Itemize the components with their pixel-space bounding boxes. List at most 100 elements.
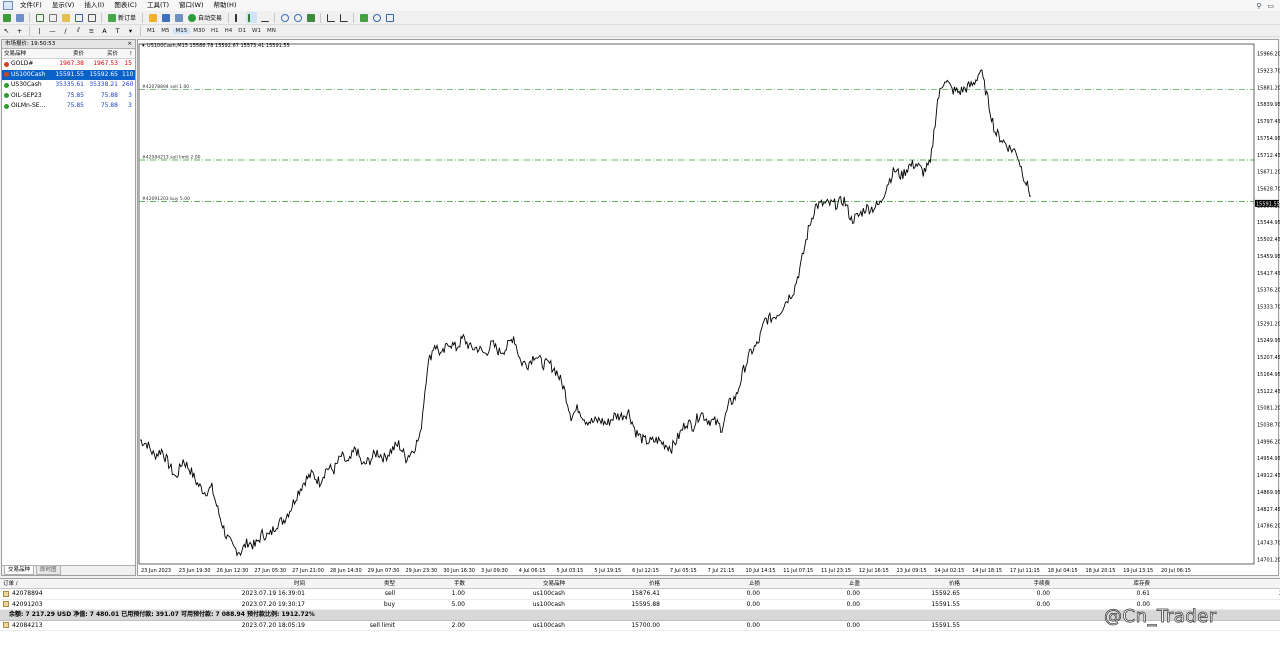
line-chart-icon[interactable]	[259, 12, 270, 23]
symbol-cell: US30Cash	[2, 80, 50, 91]
tf-d1[interactable]: D1	[235, 28, 249, 34]
zoom-out-icon[interactable]	[292, 12, 303, 23]
shapes-icon[interactable]: ▾	[125, 25, 136, 36]
crosshair-icon[interactable]: +	[14, 25, 25, 36]
terminal-col-header[interactable]: 订单 /	[0, 579, 150, 588]
label-icon[interactable]: T	[112, 25, 123, 36]
channel-icon[interactable]: ⫽	[73, 25, 84, 36]
search-icon[interactable]: ⚲	[1256, 2, 1261, 10]
data-window-icon[interactable]	[47, 12, 58, 23]
terminal-col-header[interactable]: 交易品种	[468, 579, 568, 588]
pending-cell: us100cash	[532, 621, 565, 629]
close-icon[interactable]: ×	[127, 40, 132, 48]
ask-price: 1967.53	[93, 60, 118, 67]
symbol-status-icon	[4, 61, 9, 67]
pending-cell: 2.00	[451, 621, 465, 629]
col-bid[interactable]: 卖价	[50, 49, 86, 59]
terminal-col-header[interactable]: 库存费	[1053, 579, 1153, 588]
chart-shift-icon[interactable]	[338, 12, 349, 23]
history-icon[interactable]	[160, 12, 171, 23]
price-chart[interactable]: #42078894 sell 1.00 #42084213 sell limit …	[138, 40, 1280, 577]
pending-order-row[interactable]: 42084213 2023.07.20 18:05:19 sell limit 2.0…	[0, 621, 1280, 631]
tf-w1[interactable]: W1	[249, 28, 264, 34]
terminal-icon[interactable]	[73, 12, 84, 23]
text-icon[interactable]: A	[99, 25, 110, 36]
tf-mn[interactable]: MN	[264, 28, 279, 34]
x-tick-label: 23 Jun 2023	[141, 568, 171, 574]
periods-icon[interactable]	[371, 12, 382, 23]
order-cell: us100cash	[532, 590, 565, 597]
symbol-row[interactable]: US30Cash 35335.61 35338.21 260	[2, 80, 135, 91]
chart-window[interactable]: #42078894 sell 1.00 #42084213 sell limit …	[137, 39, 1280, 577]
menu-chart[interactable]: 图表(C)	[109, 0, 142, 11]
col-spread[interactable]: !	[120, 49, 134, 59]
order-row[interactable]: 42091203 2023.07.20 19:30:17 buy 5.00 us100c…	[0, 600, 1280, 610]
cursor-icon[interactable]: ↖	[1, 25, 12, 36]
terminal-col-header[interactable]: 手续费	[963, 579, 1053, 588]
bar-chart-icon[interactable]	[233, 12, 244, 23]
terminal-col-header[interactable]: 类型	[308, 579, 398, 588]
tf-h4[interactable]: H4	[222, 28, 236, 34]
tf-h1[interactable]: H1	[208, 28, 222, 34]
symbol-row[interactable]: US100Cash 15591.55 15592.65 110	[2, 69, 135, 80]
tf-m1[interactable]: M1	[144, 28, 158, 34]
tab-symbols[interactable]: 交易品种	[4, 566, 35, 575]
terminal-col-header[interactable]: 止盈	[763, 579, 863, 588]
terminal-col-header[interactable]: 时间	[150, 579, 308, 588]
symbol-status-icon	[4, 103, 9, 109]
spread-value: 15	[124, 60, 132, 67]
terminal-col-header[interactable]: 获利	[1153, 579, 1280, 588]
indicators-icon[interactable]	[358, 12, 369, 23]
fibonacci-icon[interactable]: ≡	[86, 25, 97, 36]
y-tick-label: 14912.45	[1257, 473, 1280, 479]
menu-insert[interactable]: 插入(I)	[79, 0, 109, 11]
tf-m30[interactable]: M30	[190, 28, 208, 34]
menu-help[interactable]: 帮助(H)	[209, 0, 242, 11]
price-line	[139, 69, 1032, 557]
horizontal-line-icon[interactable]: —	[47, 25, 58, 36]
terminal-col-header[interactable]: 价格	[568, 579, 663, 588]
terminal-col-header[interactable]: 价格	[863, 579, 963, 588]
auto-trading-button[interactable]: 自动交易	[186, 12, 224, 23]
y-tick-label: 15459.95	[1257, 254, 1280, 260]
new-order-button[interactable]: 新订单	[106, 12, 138, 23]
menu-window[interactable]: 窗口(W)	[174, 0, 209, 11]
order-row[interactable]: 42078894 2023.07.19 16:39:01 sell 1.00 us100…	[0, 589, 1280, 600]
tf-m5[interactable]: M5	[158, 28, 172, 34]
y-tick-label: 15376.20	[1257, 288, 1280, 294]
terminal-col-header[interactable]: 手数	[398, 579, 468, 588]
profiles-icon[interactable]	[14, 12, 25, 23]
app-icon	[3, 1, 13, 10]
order-id: 42078894	[12, 590, 43, 597]
col-symbol[interactable]: 交易品种	[2, 49, 50, 59]
templates-icon[interactable]	[384, 12, 395, 23]
symbol-row[interactable]: GOLD# 1967.38 1967.53 15	[2, 59, 135, 70]
symbol-row[interactable]: OIL-SEP23 75.85 75.88 3	[2, 91, 135, 102]
terminal-col-header[interactable]: 止损	[663, 579, 763, 588]
chat-icon[interactable]: ▭	[1267, 2, 1274, 10]
tab-tick-chart[interactable]: 即时图	[36, 566, 61, 575]
metaeditor-icon[interactable]	[147, 12, 158, 23]
tester-icon[interactable]	[86, 12, 97, 23]
x-tick-label: 11 Jul 23:15	[821, 568, 851, 574]
tf-m15[interactable]: M15	[172, 27, 191, 34]
signals-icon[interactable]	[173, 12, 184, 23]
y-tick-label: 15966.20	[1257, 52, 1280, 58]
tile-windows-icon[interactable]	[305, 12, 316, 23]
navigator-icon[interactable]	[60, 12, 71, 23]
col-ask[interactable]: 买价	[86, 49, 120, 59]
menu-file[interactable]: 文件(F)	[15, 0, 47, 11]
autoscroll-icon[interactable]	[325, 12, 336, 23]
new-chart-icon[interactable]	[1, 12, 12, 23]
trendline-icon[interactable]: /	[60, 25, 71, 36]
menu-view[interactable]: 显示(V)	[47, 0, 80, 11]
symbol-status-icon	[4, 93, 9, 99]
candlestick-icon[interactable]	[246, 12, 258, 23]
market-watch-icon[interactable]	[34, 12, 45, 23]
menu-tools[interactable]: 工具(T)	[142, 0, 174, 11]
symbol-row[interactable]: OILMn-SE... 75.85 75.88 3	[2, 101, 135, 112]
y-tick-label: 15712.45	[1257, 153, 1280, 159]
vertical-line-icon[interactable]: |	[34, 25, 45, 36]
ask-price: 35338.21	[89, 81, 118, 88]
zoom-in-icon[interactable]	[279, 12, 290, 23]
